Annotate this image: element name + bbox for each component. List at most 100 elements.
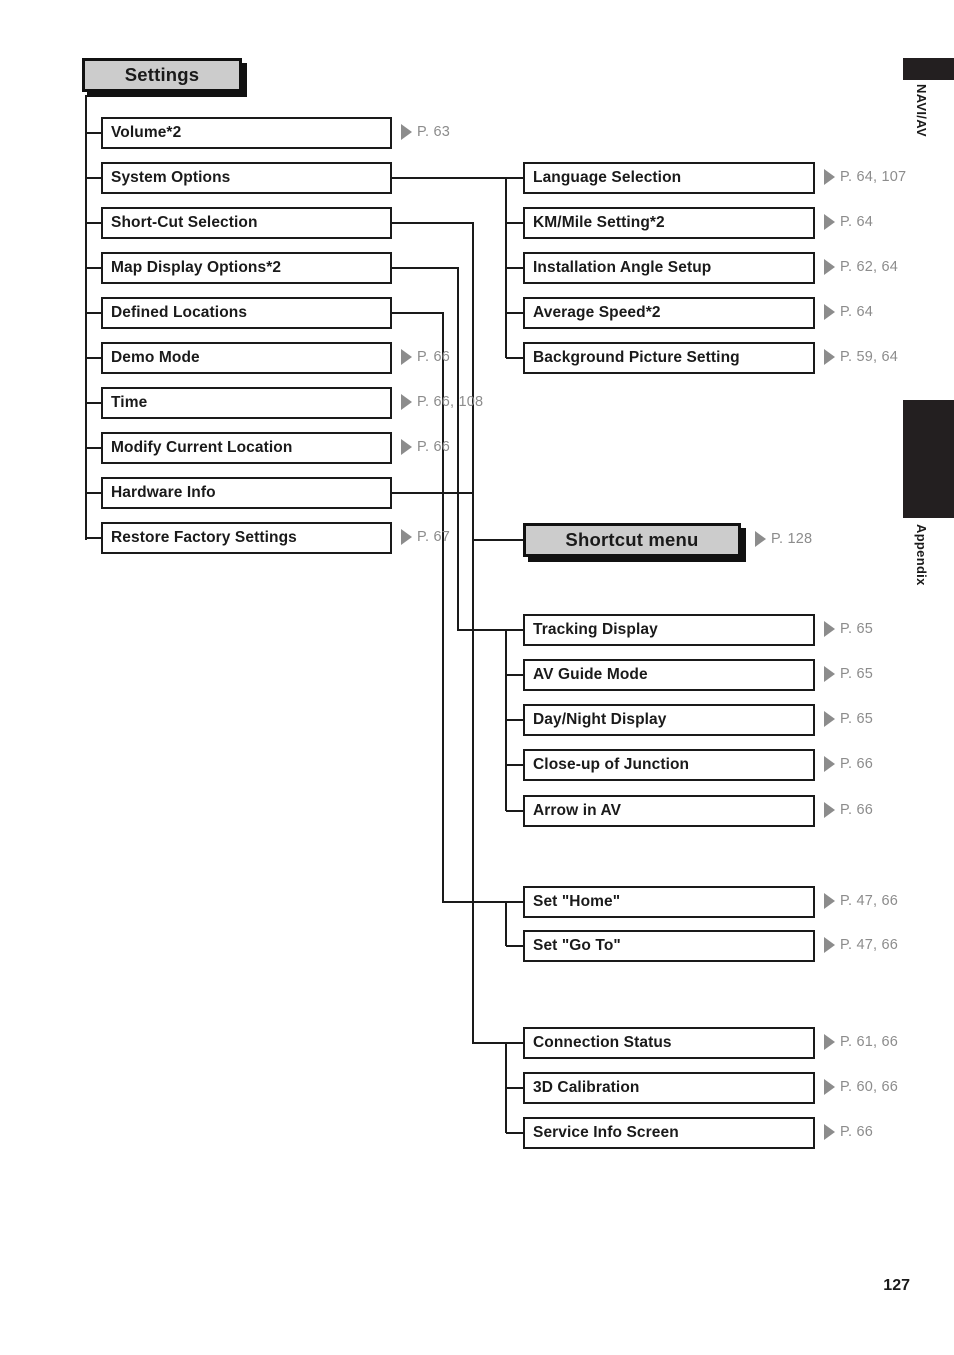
submenu-item-label: Connection Status	[533, 1034, 672, 1051]
submenu-item-label: Background Picture Setting	[533, 349, 740, 366]
page-ref-language-selection: P. 64, 107	[824, 169, 906, 185]
submenu-item-arrow-in-av[interactable]: Arrow in AV	[523, 795, 815, 827]
submenu-item-service-info-screen[interactable]: Service Info Screen	[523, 1117, 815, 1149]
submenu-item-set-home[interactable]: Set "Home"	[523, 886, 815, 918]
submenu-item-label: Installation Angle Setup	[533, 259, 712, 276]
submenu-item-label: Set "Go To"	[533, 937, 621, 954]
menu-item-map-display-options[interactable]: Map Display Options*2	[101, 252, 392, 284]
page-ref-text: P. 66	[840, 756, 873, 772]
menu-item-label: Demo Mode	[111, 349, 200, 366]
menu-item-volume[interactable]: Volume*2	[101, 117, 392, 149]
triangle-icon	[824, 259, 835, 275]
submenu-item-av-guide-mode[interactable]: AV Guide Mode	[523, 659, 815, 691]
submenu-item-installation-angle-setup[interactable]: Installation Angle Setup	[523, 252, 815, 284]
page-ref-text: P. 67	[417, 529, 450, 545]
page-ref-text: P. 64, 107	[840, 169, 907, 185]
page-ref-text: P. 65	[840, 621, 873, 637]
triangle-icon	[824, 802, 835, 818]
submenu-item-label: Language Selection	[533, 169, 682, 186]
page-ref-modify-current-location: P. 66	[401, 439, 450, 455]
shortcut-menu-header-box[interactable]: Shortcut menu	[523, 523, 741, 557]
page-ref-restore-factory-settings: P. 67	[401, 529, 450, 545]
page-ref-3d-calibration: P. 60, 66	[824, 1079, 898, 1095]
settings-header-box[interactable]: Settings	[82, 58, 242, 92]
settings-header-label: Settings	[124, 64, 200, 85]
page-ref-shortcut-menu: P. 128	[755, 531, 812, 547]
page-ref-text: P. 128	[771, 531, 813, 547]
triangle-icon	[824, 711, 835, 727]
submenu-item-set-go-to[interactable]: Set "Go To"	[523, 930, 815, 962]
submenu-item-tracking-display[interactable]: Tracking Display	[523, 614, 815, 646]
page-ref-text: P. 66	[840, 802, 873, 818]
menu-item-label: Restore Factory Settings	[111, 529, 297, 546]
page-ref-text: P. 64	[840, 214, 873, 230]
submenu-item-label: 3D Calibration	[533, 1079, 640, 1096]
triangle-icon	[824, 1124, 835, 1140]
page-ref-arrow-in-av: P. 66	[824, 802, 873, 818]
page-ref-text: P. 62, 64	[840, 259, 898, 275]
submenu-item-average-speed[interactable]: Average Speed*2	[523, 297, 815, 329]
submenu-item-km-mile-setting[interactable]: KM/Mile Setting*2	[523, 207, 815, 239]
page-ref-close-up-of-junction: P. 66	[824, 756, 873, 772]
page-ref-text: P. 66, 108	[417, 394, 484, 410]
triangle-icon	[824, 169, 835, 185]
page-ref-text: P. 61, 66	[840, 1034, 898, 1050]
page-ref-set-go-to: P. 47, 66	[824, 937, 898, 953]
page-ref-text: P. 65	[840, 666, 873, 682]
triangle-icon	[824, 893, 835, 909]
menu-item-system-options[interactable]: System Options	[101, 162, 392, 194]
triangle-icon	[401, 124, 412, 140]
triangle-icon	[755, 531, 766, 547]
page-ref-tracking-display: P. 65	[824, 621, 873, 637]
submenu-item-label: Set "Home"	[533, 893, 621, 910]
triangle-icon	[824, 304, 835, 320]
section-tab-label-appendix[interactable]: Appendix	[914, 524, 929, 586]
page-ref-installation-angle-setup: P. 62, 64	[824, 259, 898, 275]
menu-item-time[interactable]: Time	[101, 387, 392, 419]
submenu-item-label: AV Guide Mode	[533, 666, 648, 683]
page-ref-service-info-screen: P. 66	[824, 1124, 873, 1140]
page-ref-av-guide-mode: P. 65	[824, 666, 873, 682]
menu-item-defined-locations[interactable]: Defined Locations	[101, 297, 392, 329]
page-ref-text: P. 60, 66	[840, 1079, 898, 1095]
menu-item-label: Defined Locations	[111, 304, 248, 321]
menu-item-demo-mode[interactable]: Demo Mode	[101, 342, 392, 374]
page-ref-text: P. 66	[417, 349, 450, 365]
section-tab-label-navi-av[interactable]: NAVI/AV	[914, 84, 929, 137]
submenu-item-background-picture-setting[interactable]: Background Picture Setting	[523, 342, 815, 374]
menu-item-short-cut-selection[interactable]: Short-Cut Selection	[101, 207, 392, 239]
menu-item-label: Time	[111, 394, 148, 411]
triangle-icon	[401, 349, 412, 365]
triangle-icon	[401, 529, 412, 545]
submenu-item-label: KM/Mile Setting*2	[533, 214, 665, 231]
page-ref-km-mile-setting: P. 64	[824, 214, 873, 230]
page-ref-volume: P. 63	[401, 124, 450, 140]
page-ref-demo-mode: P. 66	[401, 349, 450, 365]
submenu-item-day-night-display[interactable]: Day/Night Display	[523, 704, 815, 736]
menu-item-label: System Options	[111, 169, 231, 186]
submenu-item-3d-calibration[interactable]: 3D Calibration	[523, 1072, 815, 1104]
page-ref-text: P. 64	[840, 304, 873, 320]
page-number: 127	[883, 1277, 910, 1294]
triangle-icon	[824, 756, 835, 772]
triangle-icon	[824, 937, 835, 953]
submenu-item-language-selection[interactable]: Language Selection	[523, 162, 815, 194]
shortcut-menu-header-label: Shortcut menu	[565, 529, 699, 550]
menu-item-label: Modify Current Location	[111, 439, 293, 456]
page-ref-text: P. 47, 66	[840, 937, 898, 953]
menu-item-hardware-info[interactable]: Hardware Info	[101, 477, 392, 509]
page-ref-time: P. 66, 108	[401, 394, 483, 410]
section-tab-block-appendix	[903, 400, 954, 518]
page-ref-text: P. 59, 64	[840, 349, 898, 365]
page-ref-text: P. 47, 66	[840, 893, 898, 909]
submenu-item-close-up-of-junction[interactable]: Close-up of Junction	[523, 749, 815, 781]
submenu-item-connection-status[interactable]: Connection Status	[523, 1027, 815, 1059]
section-tab-block-navi-av	[903, 58, 954, 80]
menu-item-restore-factory-settings[interactable]: Restore Factory Settings	[101, 522, 392, 554]
page-ref-text: P. 66	[417, 439, 450, 455]
page-ref-background-picture-setting: P. 59, 64	[824, 349, 898, 365]
triangle-icon	[824, 214, 835, 230]
menu-item-modify-current-location[interactable]: Modify Current Location	[101, 432, 392, 464]
triangle-icon	[401, 439, 412, 455]
triangle-icon	[824, 621, 835, 637]
